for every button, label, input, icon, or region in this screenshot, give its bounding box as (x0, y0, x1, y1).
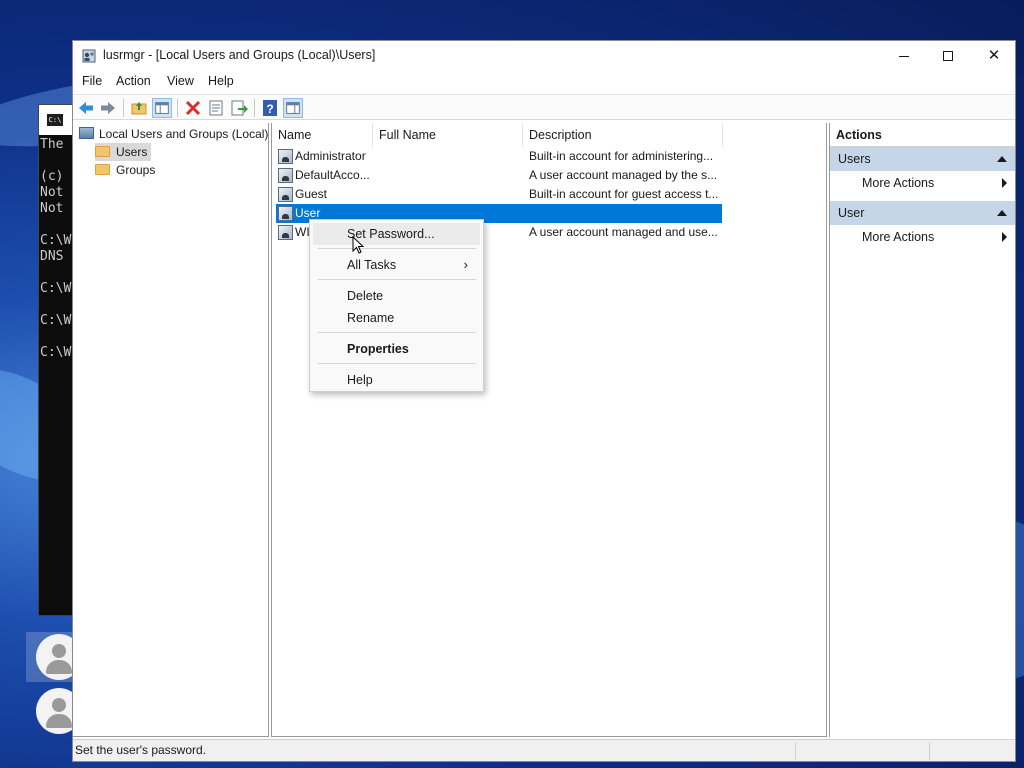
context-help[interactable]: Help (313, 369, 480, 391)
close-button[interactable]: ✕ (971, 41, 1017, 70)
table-row[interactable]: DefaultAcco... A user account managed by … (276, 166, 722, 185)
action-item-label: More Actions (862, 230, 935, 244)
console-tree: Local Users and Groups (Local) Users Gro… (73, 123, 269, 737)
tree-item-label: Users (116, 145, 148, 159)
status-text: Set the user's password. (75, 743, 207, 757)
cell-description: A user account managed and use... (529, 225, 718, 239)
menu-separator (318, 332, 476, 333)
table-row[interactable]: Guest Built-in account for guest access t… (276, 185, 722, 204)
show-hide-action-pane-icon[interactable] (283, 98, 303, 118)
column-header-name[interactable]: Name (272, 123, 373, 147)
computer-users-icon (79, 127, 94, 139)
lusrmgr-window: lusrmgr - [Local Users and Groups (Local… (72, 40, 1016, 762)
status-bar: Set the user's password. (73, 739, 1015, 761)
user-account-icon (278, 149, 293, 164)
cell-name: Administrator (295, 149, 366, 163)
context-menu: Set Password... All Tasks › Delete Renam… (309, 219, 484, 392)
tree-root-node[interactable]: Local Users and Groups (Local) (79, 127, 268, 141)
user-account-icon (278, 206, 293, 221)
minimize-button[interactable] (881, 41, 927, 70)
delete-icon[interactable] (183, 98, 203, 118)
user-account-icon (278, 187, 293, 202)
context-properties[interactable]: Properties (313, 338, 480, 360)
collapse-icon[interactable] (997, 156, 1007, 162)
help-icon[interactable]: ? (260, 98, 280, 118)
toolbar: ? (73, 94, 1015, 120)
action-item-label: More Actions (862, 176, 935, 190)
more-actions-user[interactable]: More Actions (830, 225, 1015, 249)
status-divider (929, 742, 930, 760)
actions-pane: Actions Users More Actions User More Act… (829, 123, 1015, 737)
folder-icon (95, 164, 110, 175)
actions-section-users[interactable]: Users (830, 147, 1015, 171)
svg-text:?: ? (266, 102, 273, 116)
back-arrow-icon[interactable] (76, 98, 96, 118)
maximize-icon (943, 51, 953, 62)
lusrmgr-app-icon (82, 49, 96, 63)
actions-section-title: Users (838, 152, 871, 166)
menu-help[interactable]: Help (208, 74, 234, 88)
cell-name: DefaultAcco... (295, 168, 370, 182)
close-icon: ✕ (987, 47, 1001, 64)
actions-section-user[interactable]: User (830, 201, 1015, 225)
column-header-full-name[interactable]: Full Name (373, 123, 523, 147)
chevron-right-icon (1002, 232, 1007, 242)
column-header-description[interactable]: Description (523, 123, 723, 147)
users-list: Name Full Name Description Administrator… (271, 123, 827, 737)
up-folder-icon[interactable] (129, 98, 149, 118)
maximize-button[interactable] (925, 41, 971, 70)
menu-bar: File Action View Help (73, 70, 1015, 94)
cell-description: Built-in account for guest access t... (529, 187, 719, 201)
tree-item-users[interactable]: Users (95, 143, 152, 161)
menu-view[interactable]: View (167, 74, 194, 88)
more-actions-users[interactable]: More Actions (830, 171, 1015, 195)
user-account-icon (278, 225, 293, 240)
context-delete[interactable]: Delete (313, 285, 480, 307)
tree-item-groups[interactable]: Groups (95, 161, 159, 179)
actions-header: Actions (830, 123, 1015, 147)
console-icon: C:\ (47, 114, 63, 126)
title-bar[interactable]: lusrmgr - [Local Users and Groups (Local… (73, 41, 1015, 70)
user-account-icon (278, 168, 293, 183)
menu-action[interactable]: Action (116, 74, 151, 88)
column-headers: Name Full Name Description (272, 123, 826, 147)
actions-section-title: User (838, 206, 865, 220)
chevron-right-icon: › (463, 257, 468, 272)
toolbar-separator (254, 99, 255, 117)
context-all-tasks-label: All Tasks (347, 258, 397, 272)
context-set-password[interactable]: Set Password... (313, 223, 480, 245)
show-hide-tree-icon[interactable] (152, 98, 172, 118)
mouse-cursor-icon (352, 236, 365, 254)
export-list-icon[interactable] (229, 98, 249, 118)
window-title: lusrmgr - [Local Users and Groups (Local… (103, 48, 376, 62)
toolbar-separator (177, 99, 178, 117)
forward-arrow-icon[interactable] (98, 98, 118, 118)
collapse-icon[interactable] (997, 210, 1007, 216)
toolbar-separator (123, 99, 124, 117)
cell-description: A user account managed by the s... (529, 168, 718, 182)
menu-separator (318, 279, 476, 280)
menu-file[interactable]: File (82, 74, 102, 88)
menu-separator (318, 248, 476, 249)
minimize-icon (899, 55, 909, 57)
status-divider (795, 742, 796, 760)
context-rename[interactable]: Rename (313, 307, 480, 329)
chevron-right-icon (1002, 178, 1007, 188)
cell-name: Guest (295, 187, 328, 201)
tree-item-label: Groups (116, 163, 156, 177)
tree-root-label: Local Users and Groups (Local) (99, 127, 269, 141)
menu-separator (318, 363, 476, 364)
context-all-tasks[interactable]: All Tasks › (313, 254, 480, 276)
table-row[interactable]: Administrator Built-in account for admini… (276, 147, 722, 166)
properties-icon[interactable] (206, 98, 226, 118)
folder-icon (95, 146, 110, 157)
cell-description: Built-in account for administering... (529, 149, 714, 163)
